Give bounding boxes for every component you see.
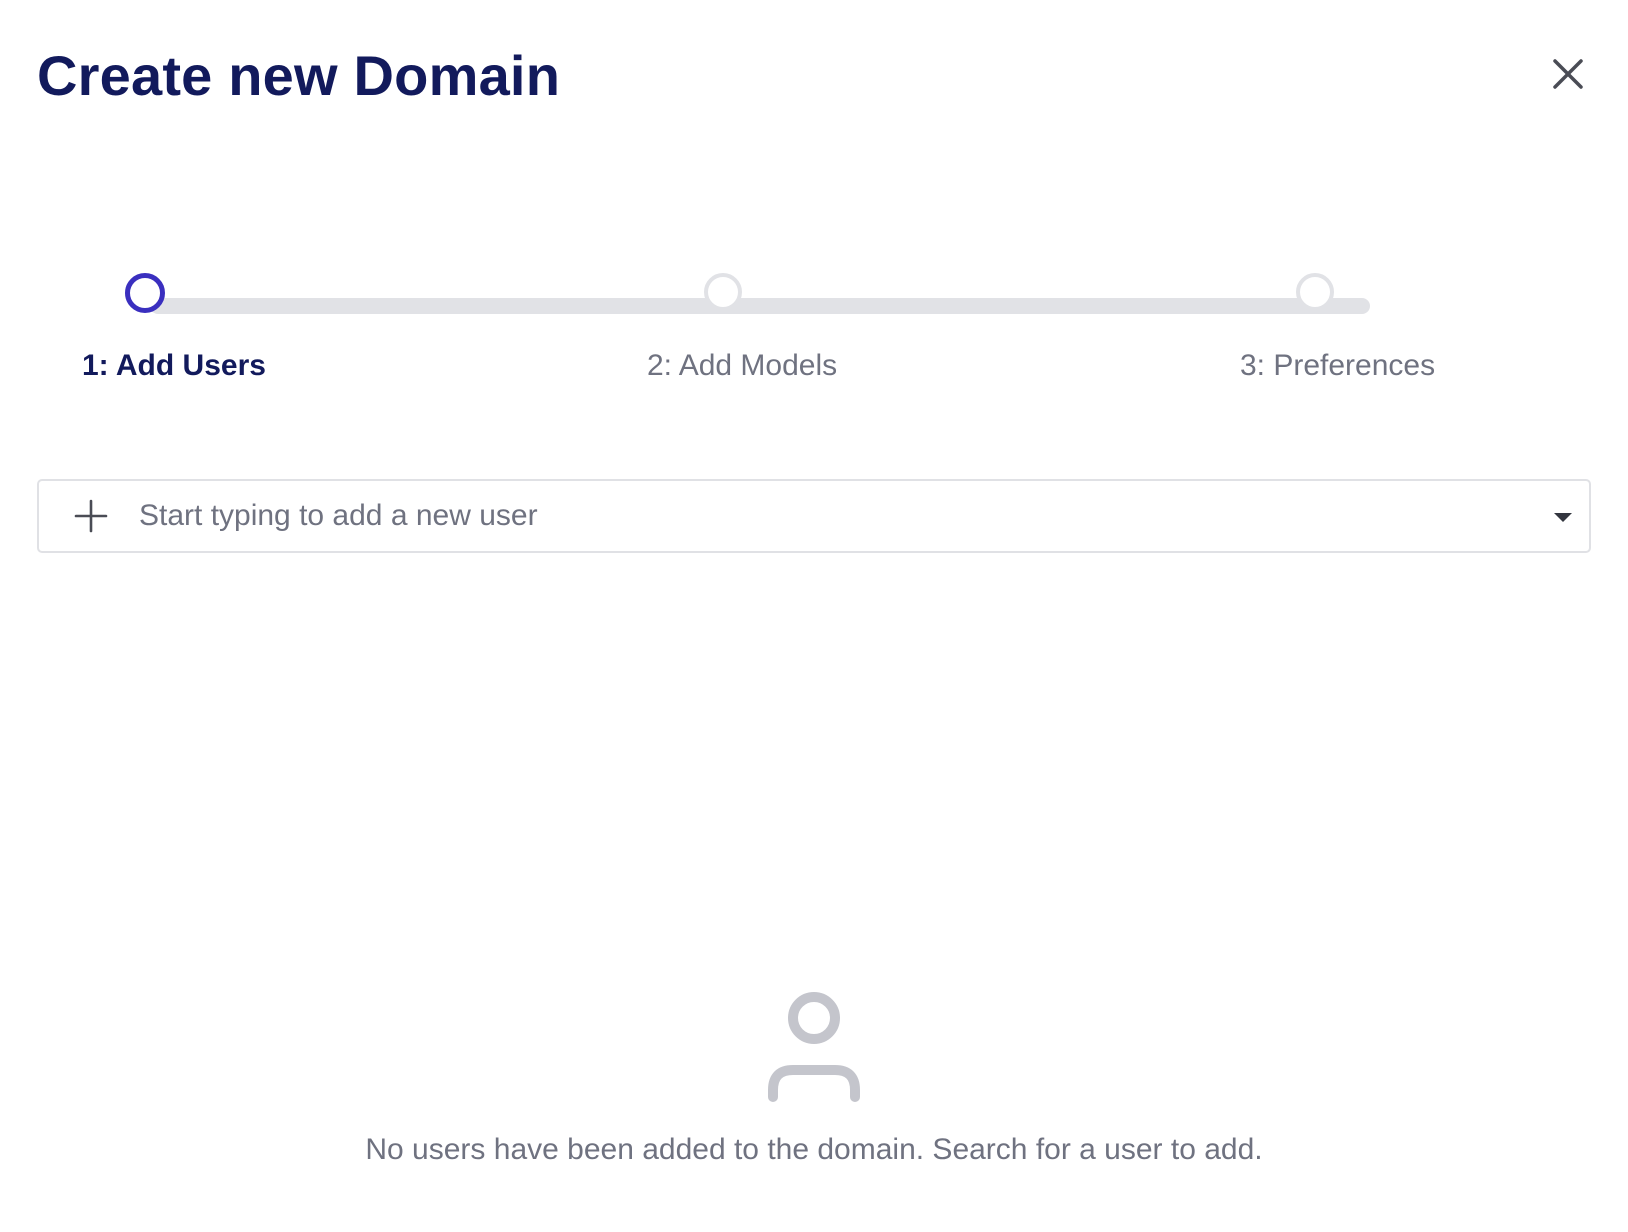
empty-state: No users have been added to the domain. … [0, 990, 1628, 1190]
empty-state-message: No users have been added to the domain. … [365, 1133, 1263, 1166]
close-icon [1553, 59, 1583, 89]
step-1-node[interactable] [125, 273, 165, 313]
user-icon [763, 990, 865, 1102]
close-button[interactable] [1546, 52, 1590, 96]
plus-icon [73, 498, 109, 534]
chevron-down-icon[interactable] [1551, 507, 1575, 527]
step-2-node[interactable] [704, 273, 742, 311]
step-2-label[interactable]: 2: Add Models [647, 346, 837, 386]
user-search-select[interactable] [37, 479, 1591, 553]
step-1-label[interactable]: 1: Add Users [82, 346, 266, 386]
step-3-label[interactable]: 3: Preferences [1240, 346, 1435, 386]
create-domain-dialog: Create new Domain 1: Add Users 2: Add Mo… [0, 0, 1628, 1232]
stepper-track [150, 298, 1370, 314]
user-search-input[interactable] [139, 491, 1519, 541]
dialog-title: Create new Domain [37, 44, 561, 107]
step-3-node[interactable] [1296, 273, 1334, 311]
